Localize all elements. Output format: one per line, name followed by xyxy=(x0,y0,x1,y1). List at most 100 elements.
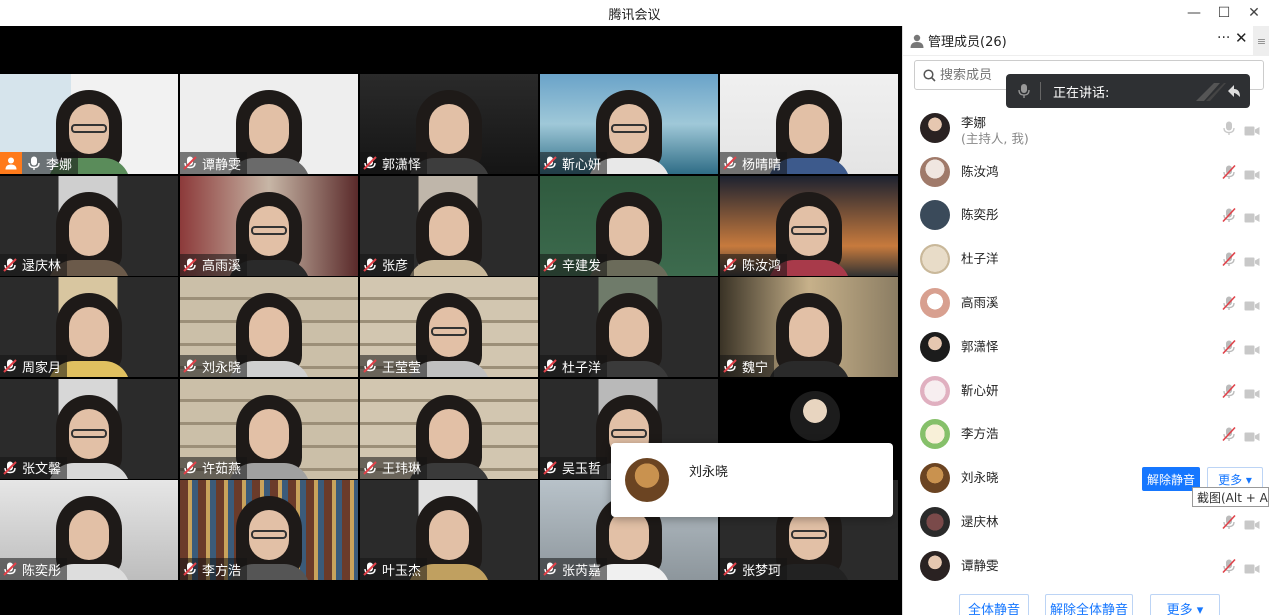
participant-name: 王莹莹 xyxy=(382,360,422,376)
avatar xyxy=(920,375,950,406)
mic-muted-icon[interactable] xyxy=(1221,295,1237,311)
member-row[interactable]: 高雨溪 xyxy=(903,281,1269,325)
mic-muted-icon[interactable] xyxy=(1221,426,1237,442)
member-hover-card: 刘永晓 xyxy=(611,443,893,517)
participant-name: 刘永晓 xyxy=(202,360,242,376)
video-tile[interactable]: 张彦 xyxy=(360,175,538,276)
speaking-indicator: 正在讲话: xyxy=(1006,74,1250,108)
participant-nametag: 张梦珂 xyxy=(720,558,788,581)
close-window-button[interactable]: ✕ xyxy=(1239,0,1269,26)
member-row[interactable]: 郭潇怿 xyxy=(903,325,1269,369)
avatar xyxy=(920,156,950,187)
video-tile[interactable]: 杜子洋 xyxy=(540,277,718,378)
video-tile[interactable]: 李娜 xyxy=(0,74,178,174)
mic-muted-icon xyxy=(182,155,198,171)
panel-close-button[interactable]: ✕ xyxy=(1235,29,1248,47)
minimize-button[interactable]: — xyxy=(1179,0,1209,26)
mic-muted-icon xyxy=(362,561,378,577)
participant-nametag: 逯庆林 xyxy=(0,253,68,276)
participant-nametag: 许茹燕 xyxy=(180,456,248,479)
video-tile[interactable]: 王玮琳 xyxy=(360,378,538,479)
mic-muted-icon[interactable] xyxy=(1221,383,1237,399)
mic-muted-icon[interactable] xyxy=(1221,514,1237,530)
camera-icon[interactable] xyxy=(1244,560,1260,574)
video-tile[interactable]: 张文馨 xyxy=(0,378,178,479)
participant-name: 李方浩 xyxy=(202,563,242,579)
camera-icon[interactable] xyxy=(1244,209,1260,223)
video-tile[interactable]: 周家月 xyxy=(0,277,178,378)
member-row[interactable]: 李娜 (主持人, 我) xyxy=(903,106,1269,150)
video-tile[interactable]: 靳心妍 xyxy=(540,74,718,174)
member-row[interactable]: 陈奕彤 xyxy=(903,194,1269,238)
camera-icon[interactable] xyxy=(1244,166,1260,180)
participant-name: 叶玉杰 xyxy=(382,563,422,579)
mic-muted-icon[interactable] xyxy=(1221,251,1237,267)
video-tile[interactable]: 陈奕彤 xyxy=(0,480,178,581)
video-area: 李娜 谭静雯 郭潇怿靳心妍 杨晴晴逯庆林 高雨溪 张彦 辛建发 陈汝鸿周家月刘永晓 王莹莹 杜子洋… xyxy=(0,26,902,615)
mic-muted-icon xyxy=(362,257,378,273)
video-tile[interactable]: 魏宁 xyxy=(720,277,898,378)
mic-muted-icon xyxy=(722,358,738,374)
mute-all-button[interactable]: 全体静音 xyxy=(959,594,1029,615)
camera-icon[interactable] xyxy=(1244,428,1260,442)
mic-muted-icon xyxy=(542,561,558,577)
participant-nametag: 杜子洋 xyxy=(540,355,608,378)
member-panel: 管理成员(26) ··· ✕ ≡ 李娜(主持人, 我) 陈汝鸿陈奕彤杜子洋高雨溪郭… xyxy=(902,26,1269,615)
member-row[interactable]: 陈汝鸿 xyxy=(903,150,1269,194)
panel-more-button[interactable]: ··· xyxy=(1217,30,1230,46)
video-tile[interactable]: 郭潇怿 xyxy=(360,74,538,174)
participant-nametag: 杨晴晴 xyxy=(720,152,788,174)
mic-muted-icon[interactable] xyxy=(1221,207,1237,223)
participant-name: 吴玉哲 xyxy=(562,462,602,478)
camera-icon[interactable] xyxy=(1244,122,1260,136)
camera-icon[interactable] xyxy=(1244,297,1260,311)
video-tile[interactable]: 叶玉杰 xyxy=(360,480,538,581)
unmute-all-button[interactable]: 解除全体静音 xyxy=(1045,594,1133,615)
camera-icon[interactable] xyxy=(1244,516,1260,530)
collapse-arrow-icon[interactable] xyxy=(1196,81,1240,101)
mic-muted-icon[interactable] xyxy=(1221,558,1237,574)
window-controls: — ☐ ✕ xyxy=(1179,0,1269,26)
video-tile[interactable]: 辛建发 xyxy=(540,175,718,276)
meeting-window: 腾讯会议 — ☐ ✕ 李娜 谭静雯 郭潇怿 靳心妍 杨晴晴 逯庆林 高雨溪 张彦 辛建发 陈汝鸿周… xyxy=(0,0,1269,615)
member-name: 陈奕彤 xyxy=(961,207,999,223)
participant-name: 魏宁 xyxy=(742,360,769,376)
search-icon xyxy=(923,68,936,82)
camera-icon[interactable] xyxy=(1244,341,1260,355)
participant-nametag: 李方浩 xyxy=(180,558,248,581)
panel-footer: 全体静音 解除全体静音 更多 ▾ xyxy=(903,586,1269,615)
maximize-button[interactable]: ☐ xyxy=(1209,0,1239,26)
participant-name: 王玮琳 xyxy=(382,462,422,478)
participant-name: 靳心妍 xyxy=(562,157,602,173)
participant-nametag: 李娜 xyxy=(0,152,79,174)
video-tile[interactable]: 陈汝鸿 xyxy=(720,175,898,276)
video-tile[interactable]: 刘永晓 xyxy=(180,277,358,378)
member-name: 杜子洋 xyxy=(961,251,999,267)
member-row[interactable]: 靳心妍 xyxy=(903,369,1269,413)
video-tile[interactable]: 李方浩 xyxy=(180,480,358,581)
member-row[interactable]: 谭静雯 xyxy=(903,544,1269,588)
video-tile[interactable]: 杨晴晴 xyxy=(720,74,898,174)
divider xyxy=(1040,82,1041,100)
video-tile[interactable]: 许茹燕 xyxy=(180,378,358,479)
mic-muted-icon[interactable] xyxy=(1221,164,1237,180)
video-tile[interactable]: 高雨溪 xyxy=(180,175,358,276)
screenshot-tooltip: 截图(Alt + A) xyxy=(1192,487,1269,507)
camera-icon[interactable] xyxy=(1244,385,1260,399)
member-row[interactable]: 李方浩 xyxy=(903,413,1269,457)
participant-video xyxy=(408,184,490,276)
members-icon xyxy=(909,33,925,49)
member-row[interactable]: 杜子洋 xyxy=(903,237,1269,281)
video-tile[interactable]: 逯庆林 xyxy=(0,175,178,276)
mic-muted-icon[interactable] xyxy=(1221,339,1237,355)
video-tile[interactable]: 王莹莹 xyxy=(360,277,538,378)
member-name: 李娜 (主持人, 我) xyxy=(961,114,1029,146)
panel-collapse-handle[interactable]: ≡ xyxy=(1253,26,1269,56)
video-tile[interactable]: 谭静雯 xyxy=(180,74,358,174)
footer-more-button[interactable]: 更多 ▾ xyxy=(1150,594,1220,615)
speaking-label: 正在讲话: xyxy=(1053,85,1110,101)
mic-muted-icon xyxy=(2,358,18,374)
camera-icon[interactable] xyxy=(1244,253,1260,267)
mic-icon[interactable] xyxy=(1221,120,1237,136)
mic-muted-icon xyxy=(722,561,738,577)
